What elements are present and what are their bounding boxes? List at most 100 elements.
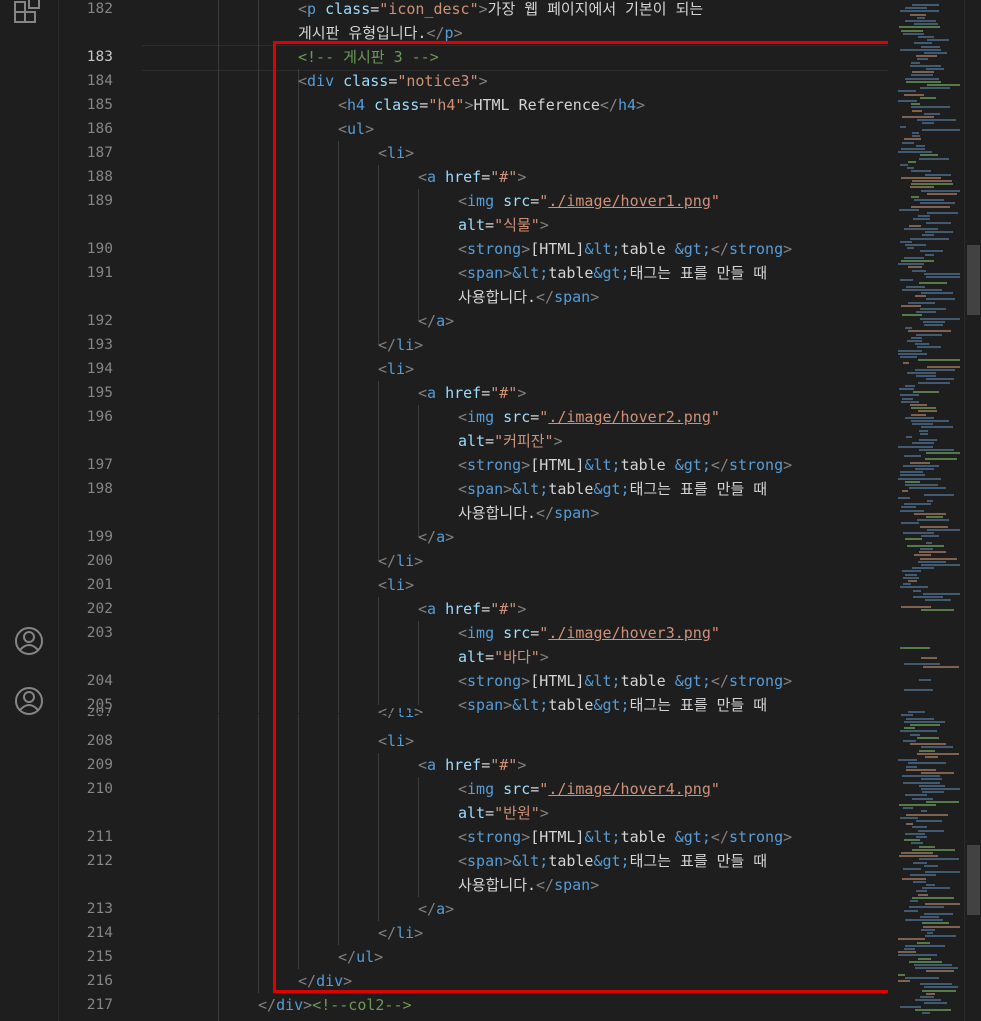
line-number: 213 — [86, 901, 113, 917]
code-text: <li> — [378, 141, 414, 165]
code-token: > — [478, 72, 488, 90]
code-line[interactable]: 215 </ul> — [58, 945, 910, 969]
code-token: img — [467, 192, 495, 210]
code-line[interactable]: 209 <a href="#"> — [58, 753, 910, 777]
code-token: < — [458, 456, 468, 474]
code-line[interactable]: alt="커피잔"> — [58, 429, 910, 453]
code-line[interactable]: 190 <strong>[HTML]&lt;table &gt;</strong> — [58, 237, 910, 261]
code-token: strong — [467, 456, 522, 474]
line-number: 186 — [86, 121, 113, 137]
code-line[interactable]: 210 <img src="./image/hover4.png" — [58, 777, 910, 801]
code-line[interactable]: 213 </a> — [58, 897, 910, 921]
code-token: span — [467, 264, 504, 282]
code-line[interactable]: 게시판 유형입니다.</p> — [58, 21, 910, 45]
code-line[interactable]: 195 <a href="#"> — [58, 381, 910, 405]
code-token: > — [414, 336, 424, 354]
code-token: &lt; — [584, 672, 621, 690]
code-text: <ul> — [338, 117, 374, 141]
code-line[interactable]: 194 <li> — [58, 357, 910, 381]
code-line[interactable]: 192 </a> — [58, 309, 910, 333]
code-token: < — [418, 168, 428, 186]
code-text: <a href="#"> — [418, 381, 526, 405]
code-line[interactable]: 201 <li> — [58, 573, 910, 597]
code-line[interactable]: alt="바다"> — [58, 645, 910, 669]
code-token: span — [554, 504, 591, 522]
code-text: <img src="./image/hover4.png" — [458, 777, 720, 801]
code-token: &lt; — [584, 828, 621, 846]
code-token: li — [396, 336, 415, 354]
code-token: < — [458, 240, 468, 258]
code-line[interactable]: 216 </div> — [58, 969, 910, 993]
minimap[interactable] — [888, 0, 964, 1021]
code-line[interactable]: 197 <strong>[HTML]&lt;table &gt;</strong> — [58, 453, 910, 477]
code-line[interactable]: 202 <a href="#"> — [58, 597, 910, 621]
vertical-scrollbar[interactable] — [964, 0, 981, 1021]
code-line[interactable]: alt="반원"> — [58, 801, 910, 825]
code-token: table — [548, 264, 594, 282]
code-line[interactable]: 199 </a> — [58, 525, 910, 549]
scroll-thumb[interactable] — [967, 245, 980, 315]
accounts-icon[interactable] — [12, 624, 46, 658]
line-number: 208 — [86, 733, 113, 749]
code-token: " — [539, 780, 549, 798]
code-line[interactable]: 212 <span>&lt;table&gt;태그는 표를 만들 때 — [58, 849, 910, 873]
code-text: <li> — [378, 729, 414, 753]
code-token: < — [378, 360, 388, 378]
code-text: <img src="./image/hover1.png" — [458, 189, 720, 213]
code-token: &lt; — [512, 480, 549, 498]
code-line[interactable]: 사용합니다.</span> — [58, 285, 910, 309]
code-line[interactable]: 217 </div><!--col2--> — [58, 993, 910, 1017]
code-line[interactable]: 193 </li> — [58, 333, 910, 357]
code-line[interactable]: 191 <span>&lt;table&gt;태그는 표를 만들 때 — [58, 261, 910, 285]
line-number: 190 — [86, 241, 113, 257]
code-token: " — [710, 624, 720, 642]
code-token: a — [427, 600, 437, 618]
code-token: 태그는 표를 만들 때 — [629, 264, 768, 282]
code-line[interactable]: 187 <li> — [58, 141, 910, 165]
code-line[interactable]: 208 <li> — [58, 729, 910, 753]
code-line[interactable]: 185 <h4 class="h4">HTML Reference</h4> — [58, 93, 910, 117]
code-line[interactable]: 184 <div class="notice3"> — [58, 69, 910, 93]
code-token: > — [503, 852, 513, 870]
extensions-icon[interactable] — [12, 0, 46, 28]
code-token: </ — [418, 528, 437, 546]
scroll-thumb[interactable] — [967, 845, 980, 915]
code-token: 게시판 유형입니다. — [298, 24, 427, 42]
code-line[interactable]: 186 <ul> — [58, 117, 910, 141]
line-number: 182 — [86, 1, 113, 17]
code-line[interactable]: 211 <strong>[HTML]&lt;table &gt;</strong> — [58, 825, 910, 849]
line-number: 183 — [86, 49, 113, 65]
code-text: <a href="#"> — [418, 597, 526, 621]
code-line[interactable]: 214 </li> — [58, 921, 910, 945]
code-line[interactable]: 198 <span>&lt;table&gt;태그는 표를 만들 때 — [58, 477, 910, 501]
code-text: <a href="#"> — [418, 753, 526, 777]
code-token: </ — [710, 240, 729, 258]
code-line[interactable]: 204 <strong>[HTML]&lt;table &gt;</strong> — [58, 669, 910, 693]
code-editor[interactable]: 182 <p class="icon_desc">가장 웹 페이지에서 기본이 되… — [58, 0, 938, 1021]
code-token: &lt; — [584, 240, 621, 258]
code-token: span — [467, 852, 504, 870]
code-line[interactable]: 196 <img src="./image/hover2.png" — [58, 405, 910, 429]
code-line[interactable]: 203 <img src="./image/hover3.png" — [58, 621, 910, 645]
code-line[interactable]: 200 </li> — [58, 549, 910, 573]
code-line[interactable]: 188 <a href="#"> — [58, 165, 910, 189]
code-line[interactable]: 사용합니다.</span> — [58, 501, 910, 525]
code-token: strong — [728, 240, 784, 258]
code-token: = — [485, 648, 495, 666]
code-token: > — [517, 384, 527, 402]
code-token: </ — [599, 96, 618, 114]
code-token: [HTML] — [530, 456, 585, 474]
code-text: <span>&lt;table&gt;태그는 표를 만들 때 — [458, 849, 767, 873]
code-token: > — [445, 528, 455, 546]
code-line[interactable]: 183 <!-- 게시판 3 --> — [58, 45, 910, 69]
code-text: <a href="#"> — [418, 165, 526, 189]
code-line[interactable]: 189 <img src="./image/hover1.png" — [58, 189, 910, 213]
code-line[interactable]: 182 <p class="icon_desc">가장 웹 페이지에서 기본이 되… — [58, 0, 910, 21]
code-line[interactable]: alt="식물"> — [58, 213, 910, 237]
code-text: alt="커피잔"> — [458, 429, 563, 453]
code-text: 사용합니다.</span> — [458, 873, 599, 897]
code-line[interactable]: 사용합니다.</span> — [58, 873, 910, 897]
accounts-icon[interactable] — [12, 684, 46, 718]
